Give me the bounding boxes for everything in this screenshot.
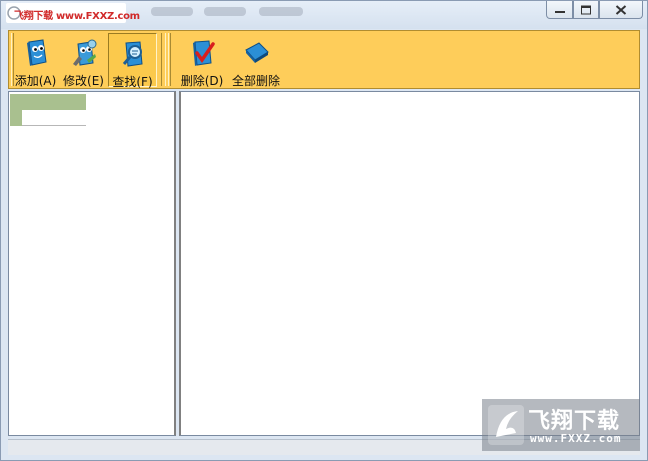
toolbar-grip[interactable]: [168, 33, 171, 86]
minimize-button[interactable]: [546, 1, 573, 19]
add-button[interactable]: 添加(A): [11, 33, 60, 88]
find-button-label: 查找(F): [112, 75, 153, 89]
book-add-icon: [26, 39, 47, 66]
book-search-icon: [122, 41, 143, 67]
delete-all-button-label: 全部删除: [231, 74, 280, 88]
category-tree-pane[interactable]: [8, 91, 176, 436]
maximize-button[interactable]: [573, 1, 599, 19]
menu-item-blurred[interactable]: [151, 7, 193, 16]
toolbar: 添加(A) 修改(E) 查找(F) 删除(D) 全部删除: [8, 30, 640, 89]
delete-button[interactable]: 删除(D): [177, 33, 227, 88]
maximize-icon: [581, 5, 591, 14]
watermark-text: 飞翔下载 www.FXXZ.com: [14, 11, 140, 22]
delete-button-label: 删除(D): [180, 74, 224, 88]
watermark-url: www.FXXZ.com: [530, 432, 622, 445]
close-icon: [615, 4, 627, 15]
menu-item-blurred[interactable]: [259, 7, 303, 16]
tree-item-indent[interactable]: [10, 110, 22, 126]
tree-item-underline: [22, 125, 86, 126]
toolbar-separator: [161, 33, 166, 86]
close-button[interactable]: [599, 1, 643, 19]
menu-item-blurred[interactable]: [204, 7, 246, 16]
tree-item-selected[interactable]: [10, 94, 86, 110]
edit-button[interactable]: 修改(E): [60, 33, 107, 88]
app-window: 飞翔下载 www.FXXZ.com 添加(A) 修改(E) 查找(F) 删除(D…: [0, 0, 648, 461]
find-button[interactable]: 查找(F): [108, 33, 157, 89]
watermark-badge: 飞翔下载 www.FXXZ.com: [6, 3, 140, 23]
fxxz-logo-icon: [488, 405, 524, 445]
book-delete-all-icon: [245, 42, 269, 63]
watermark-brand: 飞翔下载: [528, 409, 621, 434]
content-pane[interactable]: [179, 91, 640, 436]
add-button-label: 添加(A): [14, 74, 57, 88]
delete-all-button[interactable]: 全部删除: [229, 33, 283, 88]
title-bar: 飞翔下载 www.FXXZ.com: [1, 1, 647, 29]
minimize-icon: [554, 10, 565, 13]
book-edit-icon: [72, 39, 96, 66]
watermark-logo: 飞翔下载 www.FXXZ.com: [482, 399, 640, 451]
edit-button-label: 修改(E): [63, 74, 104, 88]
book-delete-icon: [193, 40, 215, 66]
